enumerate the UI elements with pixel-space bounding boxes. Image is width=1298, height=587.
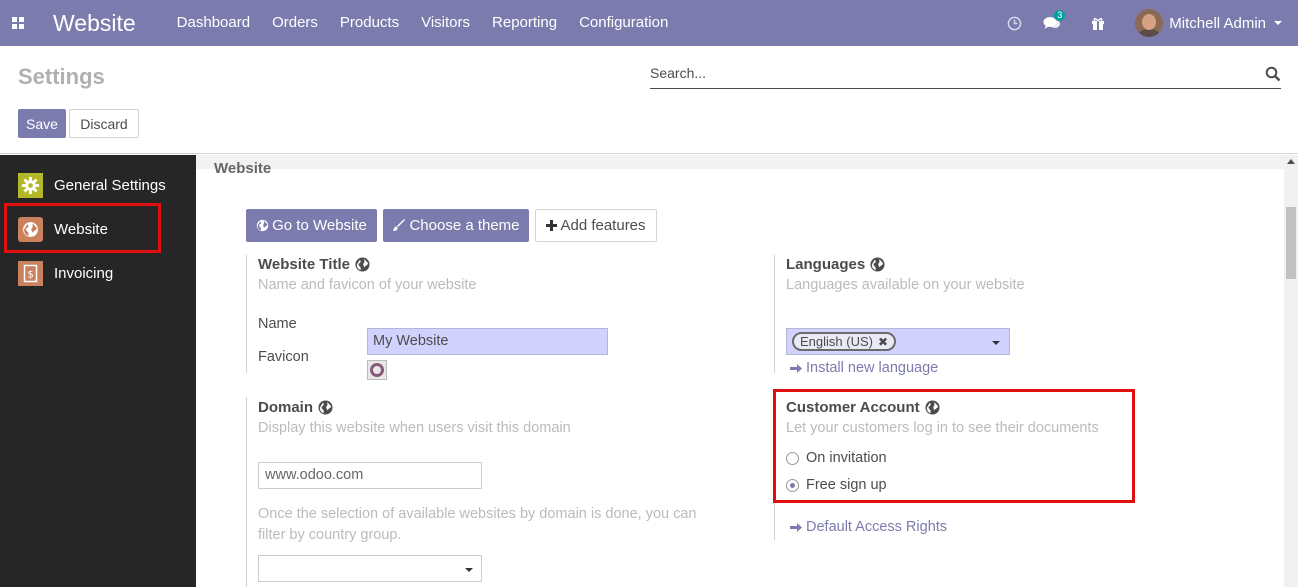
top-navbar: Website Dashboard Orders Products Visito… bbox=[0, 0, 1298, 46]
globe-icon bbox=[318, 400, 333, 415]
chevron-down-icon[interactable] bbox=[992, 341, 1000, 345]
sidebar-item-general-settings[interactable]: General Settings bbox=[0, 163, 196, 207]
domain-note: Once the selection of available websites… bbox=[258, 506, 697, 543]
vertical-scrollbar[interactable] bbox=[1284, 155, 1298, 587]
setting-description: Languages available on your website bbox=[786, 277, 1025, 293]
button-label: Choose a theme bbox=[409, 217, 520, 234]
user-menu[interactable]: Mitchell Admin bbox=[1135, 9, 1282, 37]
chevron-down-icon bbox=[1274, 21, 1282, 25]
languages-heading: Languages bbox=[786, 256, 885, 273]
arrow-right-icon bbox=[790, 363, 802, 373]
plus-icon bbox=[546, 220, 558, 231]
choose-theme-button[interactable]: Choose a theme bbox=[383, 209, 529, 242]
search-bar bbox=[650, 63, 1281, 89]
save-button[interactable]: Save bbox=[18, 109, 66, 138]
menu-configuration[interactable]: Configuration bbox=[568, 0, 679, 46]
button-label: Add features bbox=[560, 217, 646, 234]
systray: 3 Mitchell Admin bbox=[999, 0, 1298, 46]
scroll-up-icon[interactable] bbox=[1287, 159, 1295, 164]
setting-title-text: Website Title bbox=[258, 256, 350, 273]
add-features-button[interactable]: Add features bbox=[535, 209, 657, 242]
discard-button[interactable]: Discard bbox=[69, 109, 139, 138]
settings-sheet: Website Go to Website Choose a theme Add… bbox=[196, 160, 1284, 587]
website-title-heading: Website Title bbox=[258, 256, 370, 273]
link-label: Install new language bbox=[806, 360, 939, 376]
menu-visitors[interactable]: Visitors bbox=[410, 0, 481, 46]
sidebar-item-label: Invoicing bbox=[54, 264, 114, 282]
menu-products[interactable]: Products bbox=[329, 0, 410, 46]
website-name-field[interactable]: My Website bbox=[367, 328, 608, 355]
menu-orders[interactable]: Orders bbox=[261, 0, 329, 46]
link-label: Default Access Rights bbox=[806, 519, 948, 535]
install-language-link[interactable]: Install new language bbox=[790, 360, 938, 376]
sidebar-item-invoicing[interactable]: $ Invoicing bbox=[0, 251, 196, 295]
settings-sidebar: General Settings Website $ Invoicing bbox=[0, 155, 196, 587]
clock-icon[interactable] bbox=[999, 0, 1029, 46]
remove-tag-icon[interactable]: ✖ bbox=[878, 335, 888, 349]
arrow-right-icon bbox=[790, 522, 802, 532]
gear-icon bbox=[18, 172, 43, 198]
main-menu: Dashboard Orders Products Visitors Repor… bbox=[166, 0, 680, 46]
avatar bbox=[1135, 9, 1164, 37]
setting-description: Display this website when users visit th… bbox=[258, 420, 571, 436]
favicon-image[interactable] bbox=[367, 360, 387, 380]
control-panel: Settings Save Discard bbox=[0, 46, 1298, 154]
name-label: Name bbox=[258, 316, 297, 332]
website-title-setting bbox=[246, 255, 247, 373]
messages-badge: 3 bbox=[1054, 10, 1066, 21]
paint-brush-icon bbox=[393, 219, 406, 231]
svg-text:$: $ bbox=[27, 269, 33, 280]
settings-content: Website Go to Website Choose a theme Add… bbox=[196, 155, 1298, 587]
search-icon[interactable] bbox=[1265, 66, 1281, 82]
languages-field[interactable]: English (US) ✖ bbox=[786, 328, 1010, 355]
setting-title-text: Domain bbox=[258, 399, 314, 416]
section-title: Website bbox=[214, 160, 272, 177]
app-title[interactable]: Website bbox=[53, 10, 136, 37]
gift-icon[interactable] bbox=[1083, 0, 1113, 46]
search-input[interactable] bbox=[650, 63, 1250, 81]
page-title: Settings bbox=[18, 64, 105, 89]
button-label: Go to Website bbox=[272, 217, 367, 234]
country-group-select[interactable] bbox=[258, 555, 482, 582]
default-access-rights-link[interactable]: Default Access Rights bbox=[790, 519, 947, 535]
globe-icon bbox=[355, 257, 370, 272]
language-tag: English (US) ✖ bbox=[792, 332, 897, 351]
apps-menu-icon[interactable] bbox=[0, 0, 36, 46]
highlight-box-website bbox=[4, 203, 161, 253]
scroll-thumb[interactable] bbox=[1286, 207, 1296, 279]
user-name: Mitchell Admin bbox=[1169, 14, 1266, 32]
highlight-box-customer-account bbox=[773, 389, 1135, 503]
go-to-website-button[interactable]: Go to Website bbox=[246, 209, 377, 242]
domain-heading: Domain bbox=[258, 399, 333, 416]
globe-icon bbox=[256, 219, 269, 232]
chevron-down-icon bbox=[465, 568, 473, 572]
menu-dashboard[interactable]: Dashboard bbox=[166, 0, 261, 46]
favicon-label: Favicon bbox=[258, 349, 309, 365]
sidebar-item-label: General Settings bbox=[54, 176, 166, 194]
globe-icon bbox=[870, 257, 885, 272]
languages-setting bbox=[774, 255, 775, 373]
setting-description: Name and favicon of your website bbox=[258, 277, 477, 293]
domain-setting bbox=[246, 397, 247, 587]
setting-title-text: Languages bbox=[786, 256, 866, 273]
invoice-icon: $ bbox=[18, 260, 43, 286]
domain-field[interactable]: www.odoo.com bbox=[258, 462, 482, 489]
messages-icon[interactable]: 3 bbox=[1037, 0, 1067, 46]
menu-reporting[interactable]: Reporting bbox=[481, 0, 568, 46]
language-tag-label: English (US) bbox=[800, 334, 873, 349]
